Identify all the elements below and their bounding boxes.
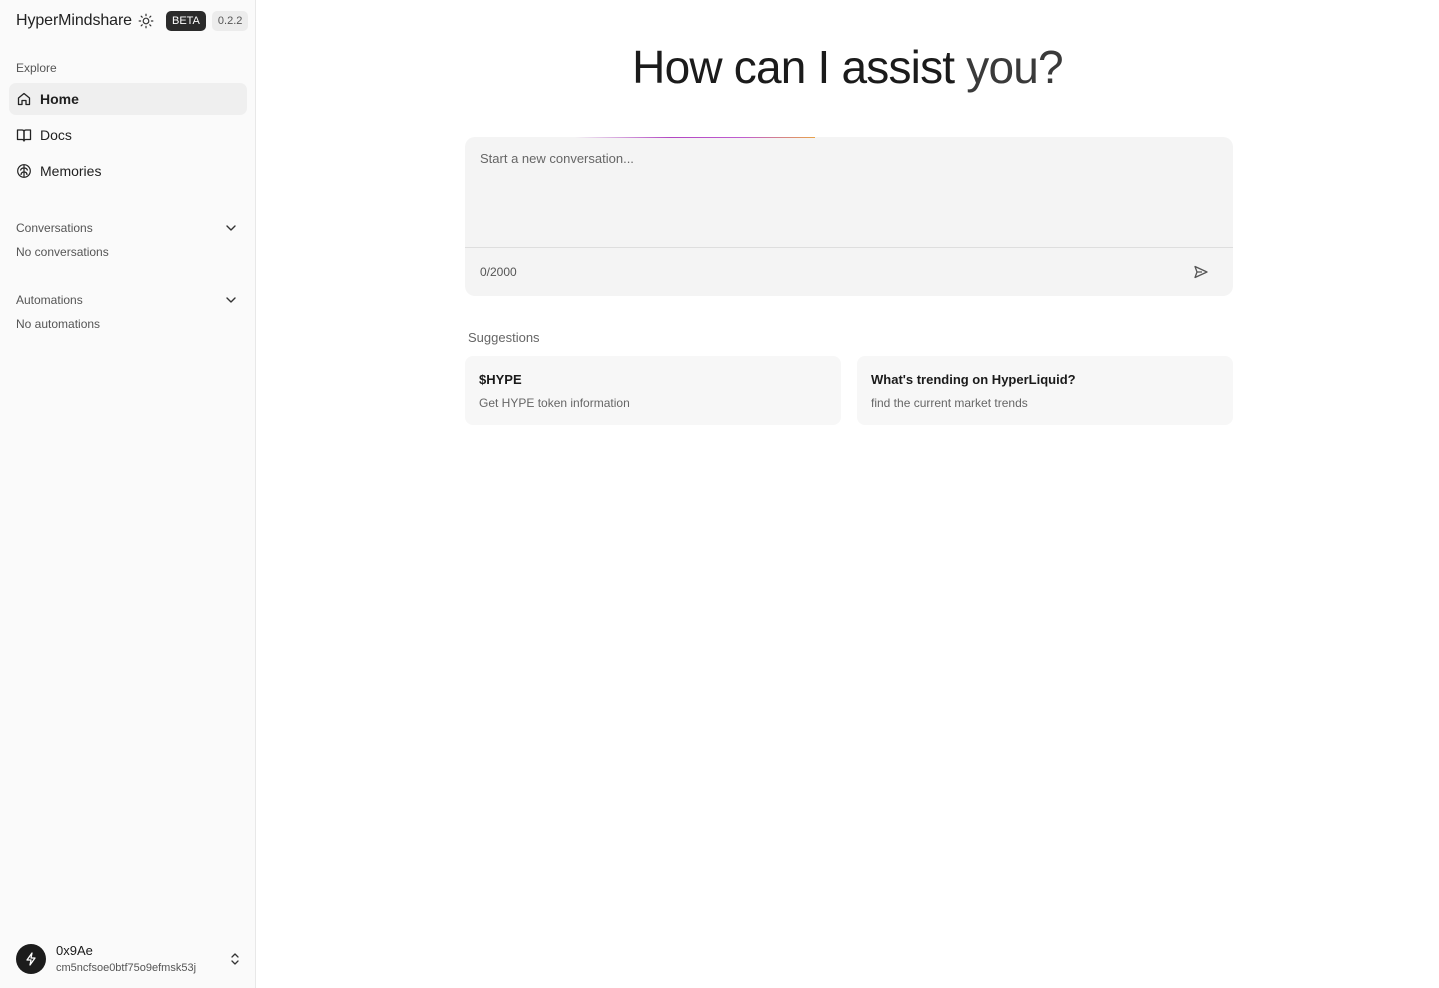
conversations-label: Conversations [16,221,93,235]
headline-end: you? [966,41,1063,93]
page-title: How can I assist you? [256,40,1439,94]
suggestion-subtitle: find the current market trends [871,396,1028,410]
version-badge: 0.2.2 [211,11,249,31]
user-menu[interactable]: 0x9Ae cm5ncfsoe0btf75o9efmsk53j [16,942,242,976]
home-icon [16,91,32,107]
suggestion-title: $HYPE [479,372,522,387]
automations-empty: No automations [16,317,101,331]
suggestion-subtitle: Get HYPE token information [479,396,630,410]
composer-glow [575,137,815,138]
chevrons-up-down-icon [228,952,242,966]
sidebar: HyperMindshare BETA 0.2.2 Explore Home D… [0,0,256,988]
conversations-toggle[interactable]: Conversations [16,219,238,237]
brand: HyperMindshare BETA 0.2.2 [16,10,249,32]
explore-label: Explore [16,61,57,75]
composer-divider [465,247,1233,248]
message-input[interactable] [480,151,1210,241]
automations-toggle[interactable]: Automations [16,291,238,309]
sidebar-item-label: Docs [40,127,72,143]
sidebar-item-docs[interactable]: Docs [9,119,247,151]
headline-main: How can I assist [632,41,955,93]
chevron-down-icon [224,293,238,307]
suggestions-title: Suggestions [468,330,540,345]
book-icon [16,127,32,143]
suggestion-card-hype[interactable]: $HYPE Get HYPE token information [465,356,841,425]
suggestion-card-trending[interactable]: What's trending on HyperLiquid? find the… [857,356,1233,425]
conversations-empty: No conversations [16,245,109,259]
sidebar-item-home[interactable]: Home [9,83,247,115]
composer: 0/2000 [465,137,1233,296]
sun-icon[interactable] [138,13,154,29]
char-count: 0/2000 [480,265,517,279]
sidebar-item-memories[interactable]: Memories [9,155,247,187]
avatar [16,944,46,974]
bolt-icon [26,952,36,966]
brand-name[interactable]: HyperMindshare [16,12,132,30]
send-button[interactable] [1191,262,1211,282]
send-icon [1194,265,1208,279]
user-id: cm5ncfsoe0btf75o9efmsk53j [56,962,197,974]
brain-icon [16,163,32,179]
beta-badge: BETA [165,11,206,31]
user-name: 0x9Ae [56,943,93,958]
automations-label: Automations [16,293,83,307]
chevron-down-icon [224,221,238,235]
suggestion-title: What's trending on HyperLiquid? [871,372,1076,387]
sidebar-item-label: Home [40,91,79,107]
user-info: 0x9Ae cm5ncfsoe0btf75o9efmsk53j [56,943,228,975]
sidebar-item-label: Memories [40,163,102,179]
